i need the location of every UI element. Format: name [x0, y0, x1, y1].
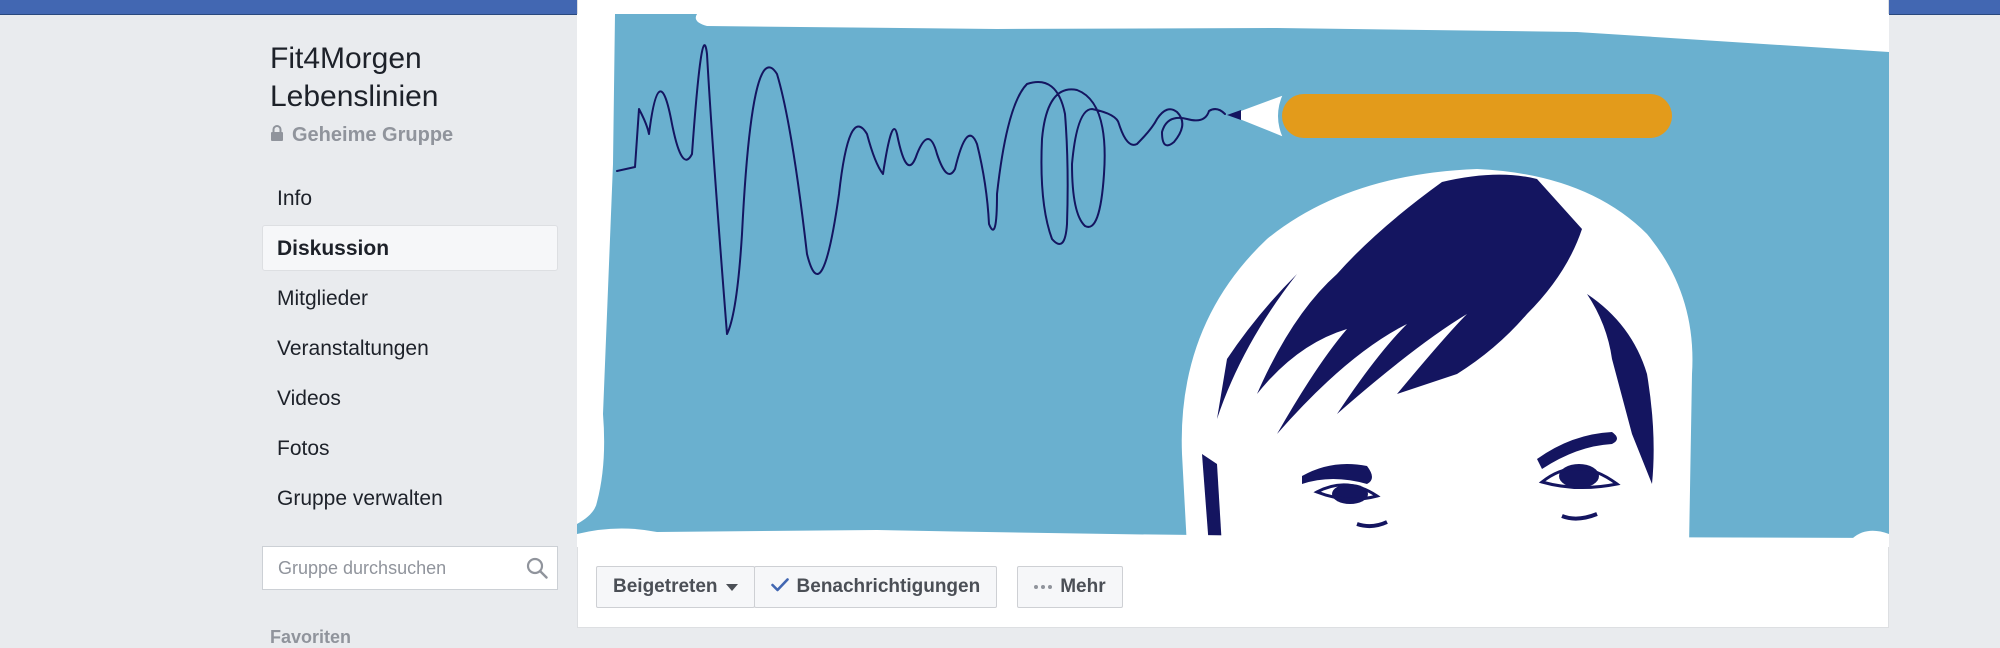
- search-icon[interactable]: [517, 548, 557, 588]
- joined-label: Beigetreten: [613, 576, 718, 597]
- group-title-line1: Fit4Morgen: [270, 42, 422, 75]
- group-title-line2: Lebenslinien: [270, 80, 439, 113]
- group-search: [262, 546, 558, 590]
- nav-item-videos[interactable]: Videos: [262, 375, 558, 421]
- more-dots-icon: [1034, 585, 1053, 589]
- notifications-button[interactable]: Benachrichtigungen: [753, 566, 998, 608]
- group-actions: Beigetreten Benachrichtigungen Mehr: [596, 566, 1123, 608]
- favorites-section-label: Favoriten: [270, 627, 352, 647]
- group-search-input[interactable]: [276, 547, 517, 589]
- group-privacy: Geheime Gruppe: [270, 124, 453, 147]
- nav-item-gruppe-verwalten[interactable]: Gruppe verwalten: [262, 475, 558, 521]
- more-label: Mehr: [1060, 576, 1106, 597]
- nav-item-diskussion[interactable]: Diskussion: [262, 225, 558, 271]
- caret-down-icon: [725, 583, 738, 591]
- nav-item-veranstaltungen[interactable]: Veranstaltungen: [262, 325, 558, 371]
- cover-photo[interactable]: [577, 14, 1889, 547]
- group-title[interactable]: Fit4Morgen Lebenslinien: [270, 40, 438, 116]
- nav-item-mitglieder[interactable]: Mitglieder: [262, 275, 558, 321]
- nav-item-fotos[interactable]: Fotos: [262, 425, 558, 471]
- joined-button[interactable]: Beigetreten: [596, 566, 755, 608]
- pencil-body: [1282, 94, 1672, 138]
- group-nav: Info Diskussion Mitglieder Veranstaltung…: [262, 175, 558, 525]
- group-privacy-label: Geheime Gruppe: [292, 124, 454, 146]
- more-button[interactable]: Mehr: [1017, 566, 1123, 608]
- notifications-label: Benachrichtigungen: [796, 576, 981, 597]
- nav-item-info[interactable]: Info: [262, 175, 558, 221]
- lock-icon: [270, 124, 284, 147]
- checkmark-icon: [770, 576, 789, 598]
